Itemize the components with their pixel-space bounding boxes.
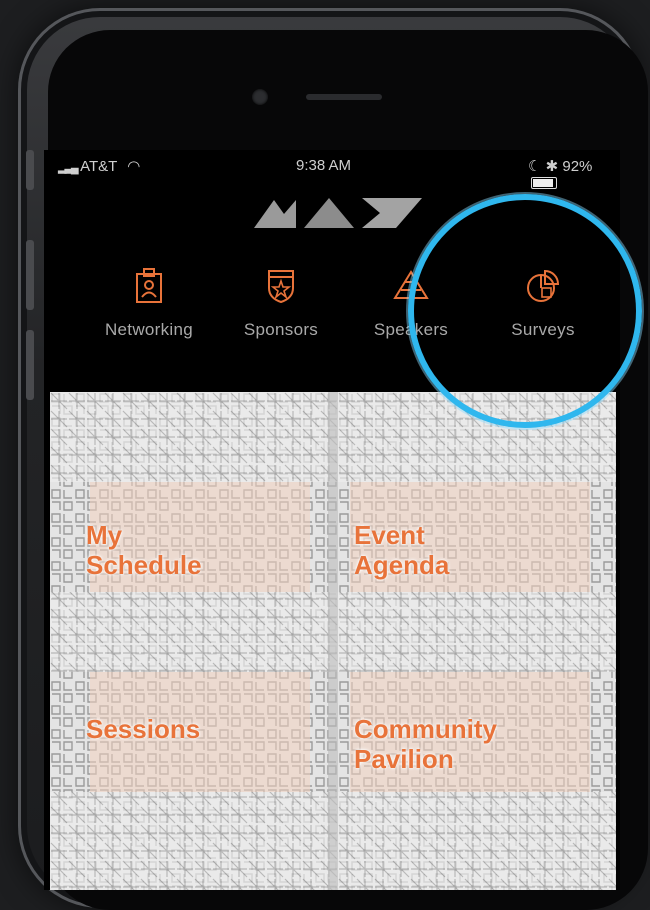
nav-item-networking[interactable]: Networking bbox=[84, 268, 214, 368]
battery-icon bbox=[531, 177, 557, 189]
clock: 9:38 AM bbox=[296, 157, 352, 174]
shield-star-icon bbox=[268, 270, 294, 304]
signal-icon: ▂▃▄ bbox=[58, 162, 79, 174]
nav-label: Networking bbox=[104, 320, 194, 339]
front-camera bbox=[252, 89, 268, 105]
tile-event-agenda[interactable]: Event Agenda bbox=[354, 520, 449, 580]
tile-my-schedule[interactable]: My Schedule bbox=[86, 520, 202, 580]
status-bar: ▂▃▄ AT&T ◠ 9:38 AM ☾ ✱ 92% bbox=[44, 150, 620, 189]
tile-label-line: Community bbox=[354, 714, 497, 744]
battery-percent: 92% bbox=[562, 158, 593, 175]
tile-community-pavilion[interactable]: Community Pavilion bbox=[354, 714, 497, 774]
volume-down-button bbox=[26, 330, 34, 400]
nav-item-sponsors[interactable]: Sponsors bbox=[216, 268, 346, 368]
bluetooth-icon: ☾ ✱ bbox=[528, 158, 559, 175]
app-logo bbox=[254, 194, 422, 228]
wifi-icon: ◠ bbox=[127, 158, 141, 175]
highlight-circle bbox=[408, 194, 642, 428]
badge-icon bbox=[136, 268, 162, 303]
tile-label-line: Pavilion bbox=[354, 744, 454, 774]
battery-status: ☾ ✱ 92% bbox=[528, 157, 620, 192]
tile-label-line: Schedule bbox=[86, 550, 202, 580]
main-tile-grid: My Schedule Event Agenda Sessions Commun… bbox=[50, 392, 616, 890]
tile-sessions[interactable]: Sessions bbox=[86, 714, 200, 744]
earpiece-speaker bbox=[306, 94, 382, 100]
signal-carrier: ▂▃▄ AT&T ◠ bbox=[58, 157, 140, 175]
silent-switch bbox=[26, 150, 34, 190]
tile-label-line: My bbox=[86, 520, 123, 550]
tile-label-line: Agenda bbox=[354, 550, 450, 580]
tile-label-line: Event bbox=[354, 520, 425, 550]
volume-up-button bbox=[26, 240, 34, 310]
pattern-background bbox=[50, 392, 616, 890]
carrier-label: AT&T bbox=[80, 158, 118, 175]
tile-label-line: Sessions bbox=[86, 714, 201, 744]
nav-label: Sponsors bbox=[243, 320, 319, 339]
